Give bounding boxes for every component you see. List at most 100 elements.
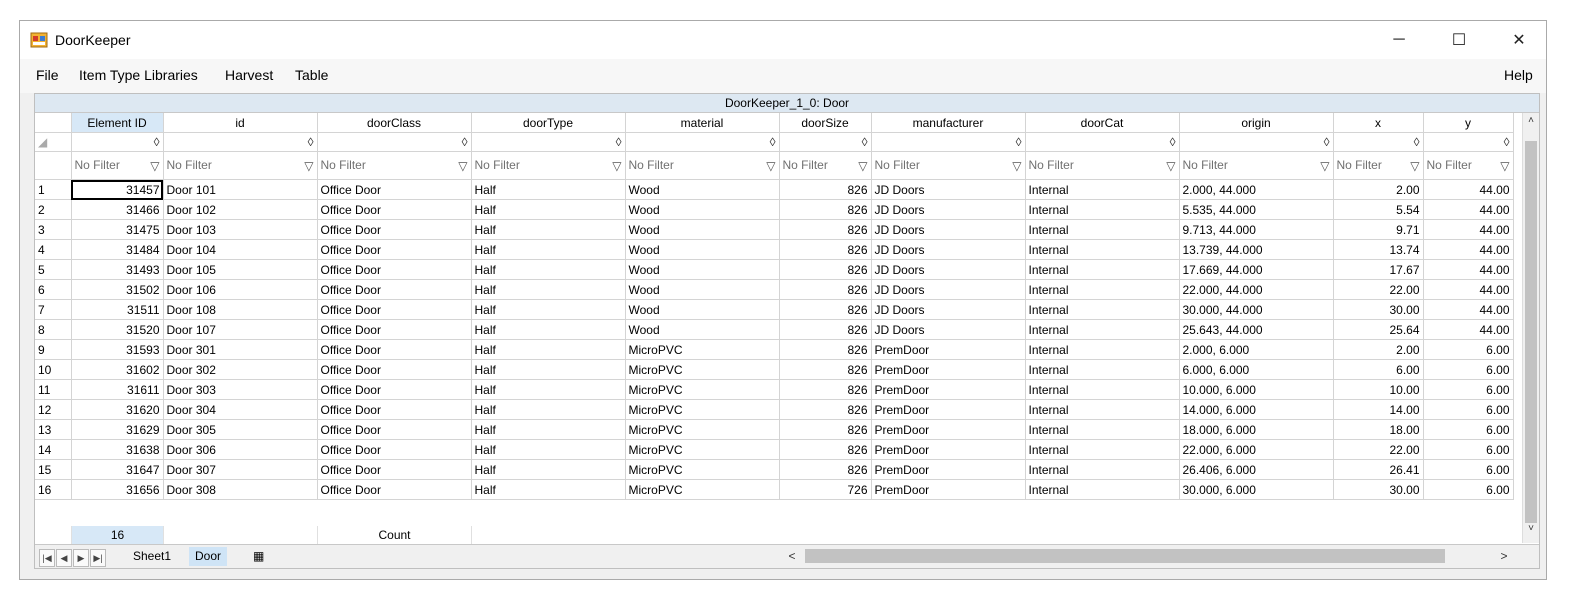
funnel-icon[interactable]: ▽: [458, 159, 467, 173]
table-cell[interactable]: 31484: [71, 239, 164, 260]
close-button[interactable]: ✕: [1496, 21, 1542, 59]
table-cell[interactable]: 826: [779, 299, 872, 320]
table-row[interactable]: 7 31511 Door 108 Office Door Half Wood 826 JD D…: [35, 299, 1514, 320]
funnel-icon[interactable]: ▽: [1320, 159, 1329, 173]
row-number[interactable]: 1: [35, 179, 72, 200]
table-cell[interactable]: PremDoor: [871, 419, 1026, 440]
table-cell[interactable]: Wood: [625, 299, 780, 320]
table-cell[interactable]: Door 304: [163, 399, 318, 420]
table-cell[interactable]: Internal: [1025, 259, 1180, 280]
table-cell[interactable]: 6.00: [1423, 439, 1514, 460]
row-number[interactable]: 5: [35, 259, 72, 280]
funnel-icon[interactable]: ▽: [858, 159, 867, 173]
sort-icon[interactable]: ◊: [1179, 132, 1334, 152]
table-cell[interactable]: 31602: [71, 359, 164, 380]
table-cell[interactable]: Half: [471, 199, 626, 220]
filter-cell[interactable]: No Filter ▽: [779, 151, 872, 180]
table-cell[interactable]: JD Doors: [871, 199, 1026, 220]
next-sheet-icon[interactable]: ▶: [73, 549, 89, 567]
table-cell[interactable]: Internal: [1025, 319, 1180, 340]
table-cell[interactable]: 14.00: [1333, 399, 1424, 420]
table-cell[interactable]: JD Doors: [871, 179, 1026, 200]
table-cell[interactable]: 30.000, 6.000: [1179, 479, 1334, 500]
table-cell[interactable]: Half: [471, 419, 626, 440]
row-number[interactable]: 10: [35, 359, 72, 380]
table-cell[interactable]: 6.00: [1423, 359, 1514, 380]
row-number[interactable]: 3: [35, 219, 72, 240]
menu-harvest[interactable]: Harvest: [225, 67, 273, 83]
table-cell[interactable]: 726: [779, 479, 872, 500]
table-cell[interactable]: 826: [779, 319, 872, 340]
table-row[interactable]: 12 31620 Door 304 Office Door Half MicroPVC 82…: [35, 399, 1514, 420]
sort-icon[interactable]: ◊: [317, 132, 472, 152]
table-row[interactable]: 14 31638 Door 306 Office Door Half MicroPVC 82…: [35, 439, 1514, 460]
table-cell[interactable]: 26.41: [1333, 459, 1424, 480]
table-cell[interactable]: PremDoor: [871, 379, 1026, 400]
filter-cell[interactable]: No Filter ▽: [1333, 151, 1424, 180]
sort-icon[interactable]: ◊: [471, 132, 626, 152]
filter-cell[interactable]: No Filter ▽: [1423, 151, 1514, 180]
table-cell[interactable]: 2.000, 6.000: [1179, 339, 1334, 360]
column-header-y[interactable]: y: [1423, 113, 1514, 133]
table-cell[interactable]: 14.000, 6.000: [1179, 399, 1334, 420]
table-cell[interactable]: MicroPVC: [625, 359, 780, 380]
table-cell[interactable]: 44.00: [1423, 319, 1514, 340]
first-sheet-icon[interactable]: |◀: [39, 549, 55, 567]
table-cell[interactable]: Office Door: [317, 319, 472, 340]
table-cell[interactable]: Wood: [625, 219, 780, 240]
table-cell[interactable]: 31475: [71, 219, 164, 240]
filter-cell[interactable]: No Filter ▽: [471, 151, 626, 180]
table-row[interactable]: 3 31475 Door 103 Office Door Half Wood 826 JD D…: [35, 219, 1514, 240]
table-cell[interactable]: Half: [471, 379, 626, 400]
row-number[interactable]: 16: [35, 479, 72, 500]
table-cell[interactable]: Wood: [625, 199, 780, 220]
table-cell[interactable]: 826: [779, 439, 872, 460]
table-cell[interactable]: 13.74: [1333, 239, 1424, 260]
scroll-right-icon[interactable]: >: [1495, 547, 1513, 565]
row-number[interactable]: 9: [35, 339, 72, 360]
menu-file[interactable]: File: [36, 67, 59, 83]
table-cell[interactable]: 25.643, 44.000: [1179, 319, 1334, 340]
table-cell[interactable]: 826: [779, 179, 872, 200]
table-cell[interactable]: Office Door: [317, 379, 472, 400]
table-cell[interactable]: Wood: [625, 259, 780, 280]
menu-help[interactable]: Help: [1504, 67, 1533, 83]
row-number[interactable]: 2: [35, 199, 72, 220]
tab-sheet1[interactable]: Sheet1: [127, 547, 177, 566]
table-cell[interactable]: JD Doors: [871, 239, 1026, 260]
table-cell[interactable]: 17.669, 44.000: [1179, 259, 1334, 280]
table-cell[interactable]: 22.00: [1333, 279, 1424, 300]
table-cell[interactable]: 18.000, 6.000: [1179, 419, 1334, 440]
table-cell[interactable]: 826: [779, 359, 872, 380]
table-cell[interactable]: Office Door: [317, 279, 472, 300]
table-cell[interactable]: PremDoor: [871, 479, 1026, 500]
table-cell[interactable]: Door 302: [163, 359, 318, 380]
table-cell[interactable]: 30.00: [1333, 479, 1424, 500]
funnel-icon[interactable]: ▽: [1166, 159, 1175, 173]
filter-cell[interactable]: No Filter ▽: [71, 151, 164, 180]
row-number[interactable]: 13: [35, 419, 72, 440]
scroll-left-icon[interactable]: <: [783, 547, 801, 565]
table-cell[interactable]: 31647: [71, 459, 164, 480]
table-cell[interactable]: Office Door: [317, 339, 472, 360]
sort-icon[interactable]: ◊: [163, 132, 318, 152]
table-cell[interactable]: Internal: [1025, 459, 1180, 480]
horizontal-scroll-thumb[interactable]: [805, 549, 1445, 563]
table-cell[interactable]: 17.67: [1333, 259, 1424, 280]
table-cell[interactable]: Half: [471, 459, 626, 480]
column-header-manufacturer[interactable]: manufacturer: [871, 113, 1026, 133]
table-cell[interactable]: 31520: [71, 319, 164, 340]
table-cell[interactable]: 826: [779, 339, 872, 360]
table-cell[interactable]: 25.64: [1333, 319, 1424, 340]
table-cell[interactable]: 2.00: [1333, 339, 1424, 360]
scroll-down-icon[interactable]: ˅: [1523, 523, 1539, 541]
table-cell[interactable]: 31656: [71, 479, 164, 500]
table-cell[interactable]: Wood: [625, 179, 780, 200]
row-number[interactable]: 7: [35, 299, 72, 320]
table-cell[interactable]: Half: [471, 319, 626, 340]
sort-icon[interactable]: ◊: [1025, 132, 1180, 152]
table-cell[interactable]: Office Door: [317, 239, 472, 260]
table-cell[interactable]: 44.00: [1423, 219, 1514, 240]
funnel-icon[interactable]: ▽: [1500, 159, 1509, 173]
sort-icon[interactable]: ◊: [871, 132, 1026, 152]
